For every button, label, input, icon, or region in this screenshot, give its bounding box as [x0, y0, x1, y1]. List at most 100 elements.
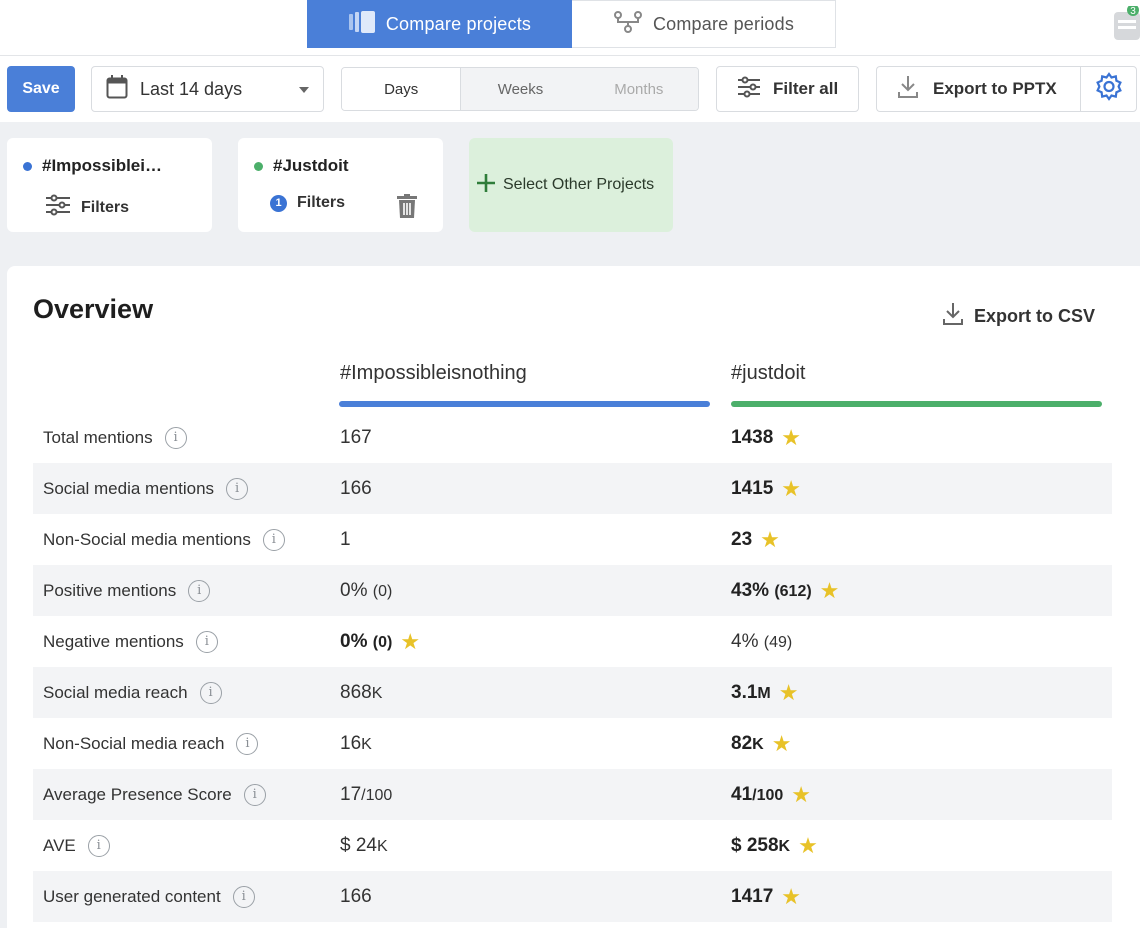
table-row: Positive mentions i 0% (0) 43% (612) ★ [33, 565, 1112, 616]
metric-value-1: 0% (0) [340, 580, 392, 602]
info-icon[interactable]: i [232, 885, 255, 908]
value-text: 17/100 [340, 784, 392, 806]
export-csv-button[interactable]: Export to CSV [942, 302, 1095, 331]
tab-compare-projects-label: Compare projects [385, 13, 532, 34]
project-filters-button[interactable]: 1 Filters [270, 194, 345, 212]
metric-value-2: 82K ★ [731, 730, 792, 756]
info-icon[interactable]: i [236, 732, 259, 755]
granularity-months[interactable]: Months [579, 68, 698, 110]
value-main: 3.1 [731, 681, 758, 703]
settings-button[interactable] [1080, 66, 1137, 112]
value-sub: K [361, 735, 372, 753]
project-card-justdoit[interactable]: #Justdoit 1 Filters [238, 138, 443, 232]
project-name-label: #Impossiblei… [42, 156, 162, 175]
star-icon: ★ [760, 526, 780, 552]
metric-label-text: Negative mentions [43, 631, 184, 651]
project-color-dot [23, 161, 32, 171]
download-icon [942, 302, 964, 331]
star-icon: ★ [781, 883, 802, 909]
value-main: $ 24 [340, 834, 377, 856]
value-main: 166 [340, 477, 372, 499]
table-row: Social media reach i 868K 3.1M ★ [33, 667, 1112, 718]
metric-value-1: 17/100 [340, 784, 392, 806]
metric-label-text: Total mentions [43, 427, 153, 447]
table-row: Average Presence Score i 17/100 41/100 ★ [33, 769, 1112, 820]
value-main: 16 [340, 732, 362, 754]
notifications-count: 3 [1130, 6, 1136, 17]
metric-label-text: Positive mentions [43, 580, 177, 600]
column-header-justdoit: #justdoit [731, 362, 806, 384]
value-text: 4% (49) [731, 631, 792, 653]
granularity-days[interactable]: Days [342, 68, 461, 110]
value-main: 23 [731, 528, 753, 550]
table-row: Non-Social media mentions i 1 23 ★ [33, 514, 1112, 565]
value-text: 166 [340, 478, 372, 500]
info-icon[interactable]: i [243, 783, 266, 806]
compare-periods-icon [613, 10, 643, 39]
info-icon[interactable]: i [87, 834, 110, 857]
metric-value-2: 43% (612) ★ [731, 577, 840, 603]
export-pptx-button[interactable]: Export to PPTX [876, 66, 1080, 112]
metric-label: Non-Social media reach i [43, 732, 259, 755]
value-main: 17 [340, 783, 362, 805]
save-button[interactable]: Save [7, 66, 75, 112]
column-header-impossibleisnothing: #Impossibleisnothing [340, 362, 527, 384]
star-icon: ★ [771, 730, 792, 756]
metric-label-text: Average Presence Score [43, 784, 232, 804]
metric-value-2: 1417 ★ [731, 883, 802, 909]
metric-label-text: Non-Social media mentions [43, 529, 251, 549]
tab-compare-projects[interactable]: Compare projects [307, 0, 572, 48]
tab-compare-periods[interactable]: Compare periods [572, 0, 836, 48]
metric-label-text: User generated content [43, 886, 221, 906]
value-text: $ 24K [340, 835, 388, 857]
export-csv-label: Export to CSV [974, 306, 1096, 326]
star-icon: ★ [778, 679, 799, 705]
project-color-dot [254, 161, 263, 171]
info-icon[interactable]: i [226, 477, 249, 500]
table-row: Total mentions i 167 1438 ★ [33, 412, 1112, 463]
value-sub: M [757, 684, 771, 702]
project-filters-button[interactable]: Filters [45, 194, 129, 221]
project-filters-label: Filters [297, 194, 346, 211]
info-icon[interactable]: i [188, 579, 211, 602]
info-icon[interactable]: i [164, 426, 187, 449]
delete-project-button[interactable] [397, 194, 417, 223]
value-sub: (0) [372, 582, 393, 600]
calendar-icon [106, 74, 128, 104]
notifications-icon: 3 [1114, 4, 1140, 40]
notifications-button[interactable]: 3 [1112, 4, 1140, 40]
metric-value-1: 166 [340, 886, 372, 908]
column-color-bar [731, 401, 1102, 407]
value-main: 868 [340, 681, 372, 703]
metric-label-text: Non-Social media reach [43, 733, 225, 753]
metric-value-1: 1 [340, 529, 351, 551]
value-sub: (0) [372, 633, 393, 651]
value-text: 82K [731, 733, 764, 755]
value-main: 1438 [731, 426, 774, 448]
star-icon: ★ [819, 577, 840, 603]
toolbar: Save Last 14 days Days Weeks Months Filt… [0, 56, 1140, 122]
select-other-projects-button[interactable]: Select Other Projects [469, 138, 673, 232]
info-icon[interactable]: i [195, 630, 218, 653]
project-card-impossibleisnothing[interactable]: #Impossiblei… Filters [7, 138, 212, 232]
date-range-select[interactable]: Last 14 days [91, 66, 324, 112]
star-icon: ★ [798, 832, 818, 858]
value-main: 41 [731, 783, 753, 805]
value-text: 16K [340, 733, 372, 755]
value-sub: (49) [763, 633, 793, 651]
value-text: 167 [340, 427, 372, 449]
info-icon[interactable]: i [199, 681, 222, 704]
metric-value-2: 1415 ★ [731, 477, 801, 500]
value-sub: (612) [774, 582, 812, 600]
value-text: 0% (0) [340, 631, 392, 653]
mode-tabs: Compare projects Compare periods [307, 0, 836, 48]
granularity-weeks[interactable]: Weeks [460, 68, 580, 110]
overview-table: Total mentions i 167 1438 ★ Social media ment… [33, 412, 1112, 922]
metric-label-text: Social media reach [43, 682, 188, 702]
value-sub: K [376, 837, 388, 855]
filter-all-button[interactable]: Filter all [716, 66, 859, 112]
metric-label: Social media reach i [43, 681, 222, 704]
metric-label-text: Social media mentions [43, 478, 215, 498]
value-text: 166 [340, 886, 372, 908]
info-icon[interactable]: i [262, 528, 285, 551]
